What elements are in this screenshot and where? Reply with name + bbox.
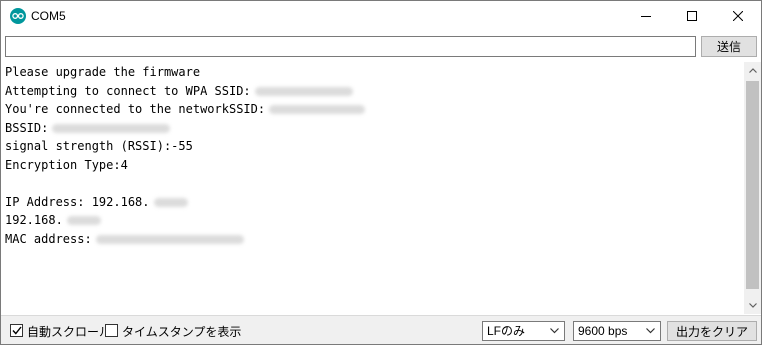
close-button[interactable] <box>715 1 761 31</box>
output-line: BSSID: <box>5 119 171 137</box>
output-line: signal strength (RSSI):-55 <box>5 137 193 155</box>
checkmark-icon <box>11 326 22 335</box>
output-line: You're connected to the networkSSID: <box>5 100 366 118</box>
vertical-scrollbar[interactable] <box>744 62 761 314</box>
redacted-value <box>153 197 188 207</box>
output-line: Please upgrade the firmware <box>5 63 200 81</box>
output-line-text: signal strength (RSSI):-55 <box>5 139 193 153</box>
scroll-thumb[interactable] <box>746 81 759 289</box>
line-ending-value: LFのみ <box>487 324 526 338</box>
chevron-up-icon <box>748 68 757 73</box>
arduino-infinity-icon <box>10 8 26 24</box>
baud-rate-select[interactable]: 9600 bps <box>573 321 661 341</box>
timestamp-checkbox[interactable] <box>105 324 118 337</box>
autoscroll-checkbox[interactable] <box>10 324 23 337</box>
chevron-down-icon <box>748 303 757 308</box>
chevron-down-icon <box>550 328 559 334</box>
close-icon <box>733 11 743 21</box>
scroll-down-button[interactable] <box>744 297 761 314</box>
autoscroll-label[interactable]: 自動スクロール <box>27 323 111 340</box>
redacted-value <box>52 123 171 133</box>
output-line-text: BSSID: <box>5 120 49 135</box>
redacted-value <box>66 216 101 225</box>
output-line-text: Attempting to connect to WPA SSID: <box>5 83 251 98</box>
redacted-value <box>95 234 244 244</box>
serial-output: Please upgrade the firmware Attempting to… <box>2 62 744 314</box>
window-title: COM5 <box>31 9 66 23</box>
maximize-button[interactable] <box>669 1 715 31</box>
scroll-up-button[interactable] <box>744 62 761 79</box>
output-line: Encryption Type:4 <box>5 156 128 174</box>
bottom-toolbar: 自動スクロール タイムスタンプを表示 LFのみ 9600 bps 出力をクリア <box>1 315 761 344</box>
line-ending-select[interactable]: LFのみ <box>482 321 565 341</box>
output-line: Attempting to connect to WPA SSID: <box>5 82 353 100</box>
clear-output-button[interactable]: 出力をクリア <box>667 321 757 341</box>
redacted-value <box>269 105 366 114</box>
output-line-text: IP Address: 192.168. <box>5 194 150 209</box>
minimize-button[interactable] <box>623 1 669 31</box>
output-line: MAC address: <box>5 230 244 248</box>
output-line: IP Address: 192.168. <box>5 193 188 211</box>
output-line-text: MAC address: <box>5 231 92 246</box>
output-line-text: Encryption Type:4 <box>5 157 128 172</box>
output-line-text: Please upgrade the firmware <box>5 65 201 79</box>
redacted-value <box>254 86 353 96</box>
send-button[interactable]: 送信 <box>701 36 757 57</box>
output-line-text: 192.168. <box>5 213 63 227</box>
output-line: 192.168. <box>5 211 101 229</box>
timestamp-label[interactable]: タイムスタンプを表示 <box>122 323 241 340</box>
title-bar[interactable]: COM5 <box>1 1 761 31</box>
minimize-icon <box>641 16 651 17</box>
output-line-text: You're connected to the networkSSID: <box>5 102 266 116</box>
baud-rate-value: 9600 bps <box>578 324 628 338</box>
chevron-down-icon <box>646 328 655 334</box>
serial-monitor-window: COM5 送信 Please upgrade the firmware Attem… <box>0 0 762 345</box>
maximize-icon <box>687 11 697 21</box>
send-input[interactable] <box>5 36 696 57</box>
